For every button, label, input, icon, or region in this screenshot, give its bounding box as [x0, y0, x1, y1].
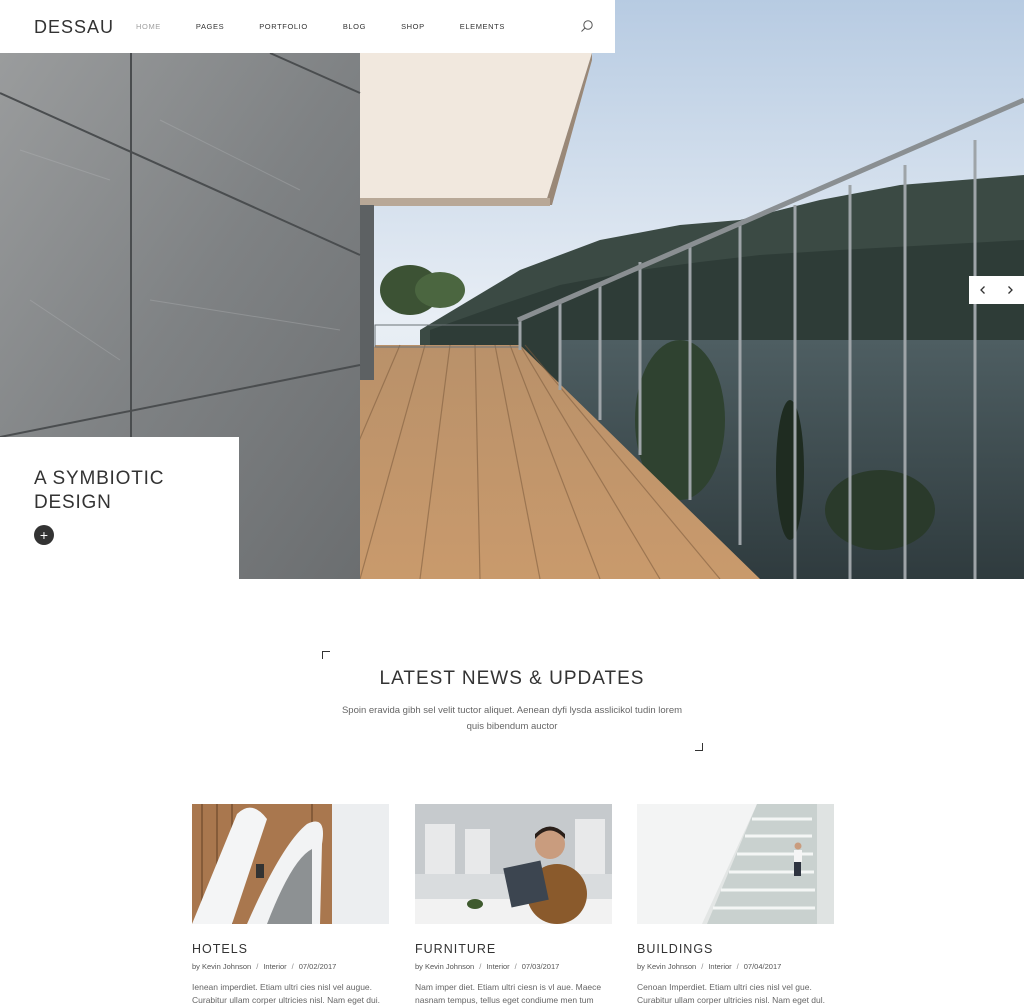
- news-card-image[interactable]: [637, 804, 834, 924]
- nav-item-portfolio[interactable]: PORTFOLIO: [259, 22, 308, 31]
- main-nav: HOME PAGES PORTFOLIO BLOG SHOP ELEMENTS: [136, 22, 540, 31]
- decorative-corner-top-left: [322, 651, 330, 659]
- nav-item-elements[interactable]: ELEMENTS: [460, 22, 505, 31]
- news-card-meta: by Kevin Johnson / Interior/07/04/2017: [637, 962, 782, 971]
- decorative-corner-bottom-right: [695, 743, 703, 751]
- news-card-title[interactable]: FURNITURE: [415, 942, 612, 956]
- news-heading: LATEST NEWS & UPDATES: [379, 668, 645, 689]
- nav-item-pages[interactable]: PAGES: [196, 22, 224, 31]
- news-card-excerpt: Nam imper diet. Etiam ultri ciesn is vl …: [415, 982, 602, 1005]
- hero-caption-title: A SYMBIOTIC DESIGN: [34, 468, 165, 513]
- slider-arrows: [969, 276, 1024, 304]
- hero-caption-box: A SYMBIOTIC DESIGN +: [0, 437, 239, 579]
- chevron-right-icon[interactable]: [1001, 281, 1019, 299]
- author-link[interactable]: by Kevin Johnson: [637, 962, 696, 971]
- nav-item-blog[interactable]: BLOG: [343, 22, 366, 31]
- news-card-excerpt: Ienean imperdiet. Etiam ultri cies nisl …: [192, 982, 381, 1005]
- chevron-left-icon[interactable]: [974, 281, 992, 299]
- news-card-image[interactable]: [192, 804, 389, 924]
- news-card-title[interactable]: BUILDINGS: [637, 942, 834, 956]
- plus-button[interactable]: +: [34, 525, 54, 545]
- category-link[interactable]: Interior: [486, 962, 509, 971]
- category-link[interactable]: Interior: [263, 962, 286, 971]
- category-link[interactable]: Interior: [708, 962, 731, 971]
- news-card-meta: by Kevin Johnson / Interior/07/03/2017: [415, 962, 560, 971]
- news-card-buildings: BUILDINGS by Kevin Johnson / Interior/07/0…: [637, 804, 834, 1007]
- search-icon[interactable]: [580, 19, 594, 33]
- nav-item-home[interactable]: HOME: [136, 22, 161, 31]
- author-link[interactable]: by Kevin Johnson: [192, 962, 251, 971]
- site-logo[interactable]: DESSAU: [34, 17, 114, 38]
- news-card-excerpt: Cenoan Imperdiet. Etiam ultri cies nisl …: [637, 982, 826, 1005]
- post-date: 07/03/2017: [521, 962, 560, 971]
- news-card-image[interactable]: [415, 804, 612, 924]
- post-date: 07/04/2017: [743, 962, 782, 971]
- nav-item-shop[interactable]: SHOP: [401, 22, 425, 31]
- news-card-title[interactable]: HOTELS: [192, 942, 389, 956]
- news-card-meta: by Kevin Johnson / Interior/07/02/2017: [192, 962, 337, 971]
- news-card-furniture: FURNITURE by Kevin Johnson / Interior/07/0…: [415, 804, 612, 1007]
- news-card-hotels: HOTELS by Kevin Johnson / Interior/07/02/2…: [192, 804, 389, 1007]
- post-date: 07/02/2017: [298, 962, 337, 971]
- news-subheading: Spoin eravida gibh sel velit tuctor aliq…: [341, 705, 683, 732]
- author-link[interactable]: by Kevin Johnson: [415, 962, 474, 971]
- top-navbar: DESSAU HOME PAGES PORTFOLIO BLOG SHOP EL…: [0, 0, 615, 53]
